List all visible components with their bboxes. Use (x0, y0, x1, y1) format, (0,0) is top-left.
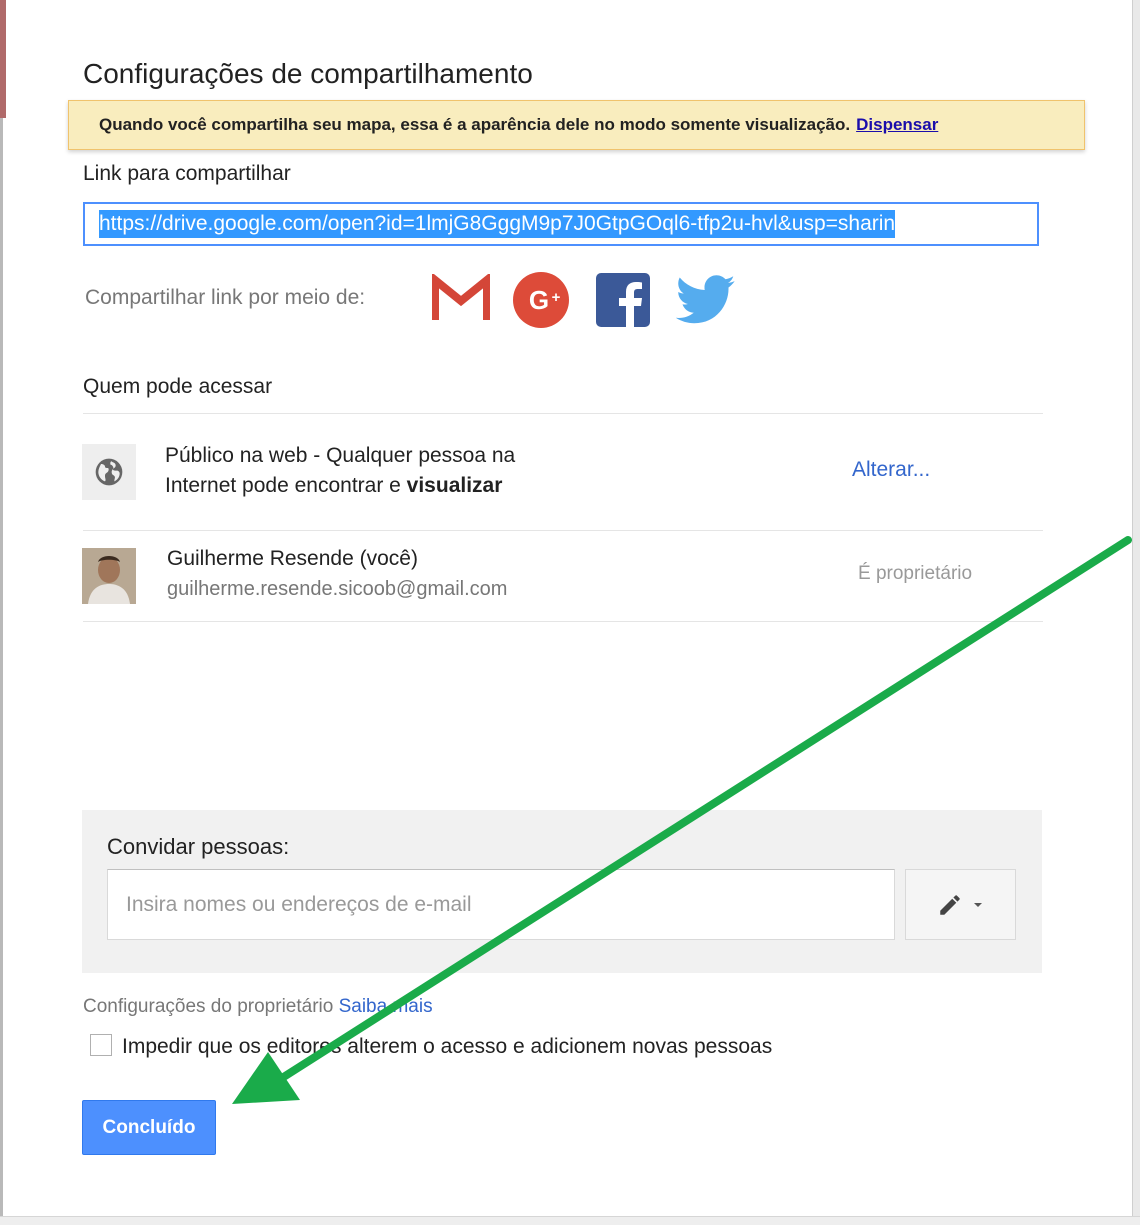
public-access-line2-bold: visualizar (406, 474, 503, 497)
dialog-title: Configurações de compartilhamento (83, 58, 533, 89)
divider (83, 530, 1043, 531)
learn-more-link[interactable]: Saiba mais (339, 996, 433, 1017)
owner-role: É proprietário (858, 563, 973, 584)
annotation-arrow-head (232, 1052, 300, 1104)
gmail-icon[interactable] (432, 274, 490, 324)
divider (83, 413, 1043, 414)
window-bottom-edge (0, 1216, 1140, 1225)
share-link-value: https://drive.google.com/open?id=1lmjG8G… (99, 210, 896, 238)
globe-icon (82, 444, 136, 500)
owner-name: Guilherme Resende (você) (167, 547, 418, 570)
share-link-label: Link para compartilhar (83, 162, 291, 185)
owner-settings-text: Configurações do proprietário (83, 996, 334, 1017)
public-access-line2: Internet pode encontrar e visualizar (165, 471, 515, 501)
notice-text: Quando você compartilha seu mapa, essa é… (99, 115, 851, 134)
public-access-line1: Público na web - Qualquer pessoa na (165, 444, 516, 467)
svg-text:+: + (552, 289, 561, 306)
invite-input[interactable] (107, 869, 895, 940)
prevent-editors-label: Impedir que os editores alterem o acesso… (122, 1035, 773, 1058)
share-link-field[interactable]: https://drive.google.com/open?id=1lmjG8G… (83, 202, 1039, 246)
avatar (82, 548, 136, 604)
public-access-line2-prefix: Internet pode encontrar e (165, 474, 407, 497)
window-scrollbar[interactable] (1132, 0, 1140, 1225)
twitter-icon[interactable] (676, 273, 736, 327)
view-only-notice: Quando você compartilha seu mapa, essa é… (68, 100, 1085, 150)
public-access-description: Público na web - Qualquer pessoa na Inte… (165, 441, 515, 501)
permission-dropdown-button[interactable] (905, 869, 1016, 940)
chevron-down-icon (973, 902, 982, 907)
invite-label: Convidar pessoas: (107, 834, 290, 859)
divider (83, 621, 1043, 622)
window-left-edge-accent (0, 0, 6, 118)
dismiss-link[interactable]: Dispensar (856, 115, 938, 135)
google-plus-icon[interactable]: G + (512, 271, 570, 329)
pencil-icon (939, 894, 960, 915)
prevent-editors-checkbox[interactable] (90, 1034, 112, 1056)
change-access-link[interactable]: Alterar... (852, 458, 930, 482)
done-button[interactable]: Concluído (82, 1100, 216, 1155)
who-can-access-label: Quem pode acessar (83, 375, 273, 398)
window-left-edge (0, 0, 3, 1225)
owner-settings-label: Configurações do proprietário Saiba mais (83, 996, 433, 1018)
globe-glyph (95, 458, 123, 486)
avatar-photo (82, 548, 136, 604)
owner-email: guilherme.resende.sicoob@gmail.com (167, 578, 508, 600)
svg-text:G: G (529, 285, 549, 315)
facebook-icon[interactable] (596, 273, 650, 327)
share-via-label: Compartilhar link por meio de: (85, 286, 366, 309)
